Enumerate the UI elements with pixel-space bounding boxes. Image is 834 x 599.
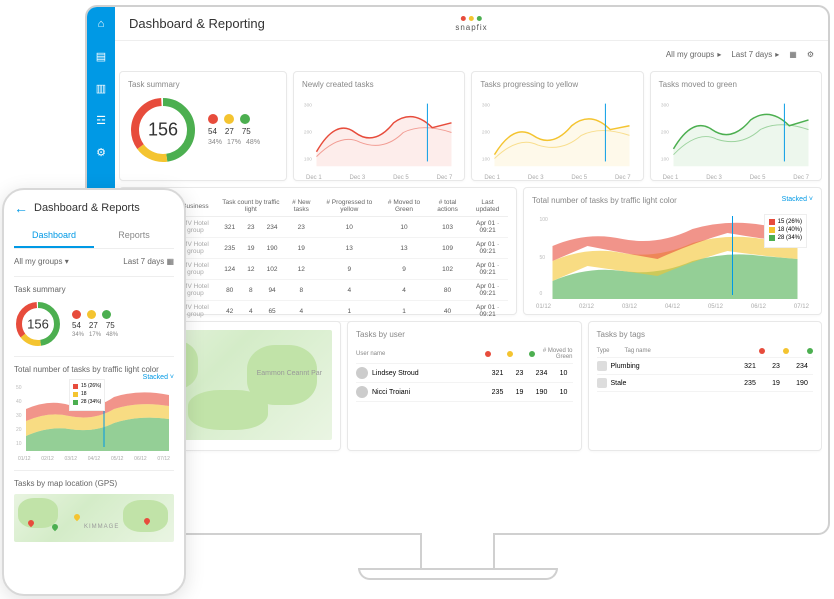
donut-total: 156	[148, 120, 178, 141]
monitor-stand	[420, 533, 495, 571]
newly-created-card: Newly created tasks 300200100 Dec 1Dec 3…	[293, 71, 465, 181]
svg-text:100: 100	[540, 217, 549, 223]
page-title: Dashboard & Reporting	[129, 16, 265, 31]
desktop-monitor: ⌂ ▤ ▥ ☲ ⚙ Dashboard & Reporting snapfix …	[85, 5, 830, 535]
settings-icon[interactable]: ⚙	[807, 50, 814, 59]
user-icon[interactable]: ☲	[94, 113, 108, 127]
avatar	[356, 386, 368, 398]
svg-text:0: 0	[540, 291, 543, 297]
map-pin-icon[interactable]	[51, 523, 59, 531]
svg-text:100: 100	[304, 156, 312, 162]
moved-green-card: Tasks moved to green 300200100 Dec 1Dec …	[650, 71, 822, 181]
period-dropdown[interactable]: Last 7 days ▸	[731, 50, 779, 59]
svg-text:10: 10	[16, 441, 22, 447]
chart-icon[interactable]: ▥	[94, 81, 108, 95]
clipboard-icon[interactable]: ▤	[94, 49, 108, 63]
tag-icon	[597, 361, 607, 371]
page-header: Dashboard & Reporting snapfix	[115, 7, 828, 41]
phone-task-summary: Task summary 156 542775 34%17%48%	[14, 276, 174, 356]
phone-map-card: Tasks by map location (GPS) KIMMAGE	[14, 470, 174, 550]
card-title: Task summary	[128, 80, 278, 89]
phone-header: ← Dashboard & Reports	[14, 200, 174, 216]
task-summary-card: Task summary 156	[119, 71, 287, 181]
green-dot	[240, 114, 250, 124]
donut-legend: 54 27 75 34% 17% 48%	[208, 114, 260, 146]
map-pin-icon[interactable]	[73, 513, 81, 521]
svg-text:50: 50	[16, 385, 22, 391]
phone-title: Dashboard & Reports	[34, 202, 140, 214]
line-chart: 300 200 100	[480, 95, 634, 170]
stacked-legend: 15 (26%) 18 (40%) 28 (34%)	[764, 214, 807, 248]
svg-text:200: 200	[304, 129, 312, 135]
groups-dropdown[interactable]: All my groups ▸	[666, 50, 721, 59]
svg-text:50: 50	[540, 255, 546, 261]
tab-reports[interactable]: Reports	[94, 224, 174, 248]
svg-text:100: 100	[482, 156, 490, 162]
task-donut-chart: 156	[128, 95, 198, 165]
home-icon[interactable]: ⌂	[94, 17, 108, 31]
back-arrow-icon[interactable]: ←	[14, 200, 28, 216]
phone-period-dropdown[interactable]: Last 7 days ▦	[123, 257, 174, 266]
svg-text:20: 20	[16, 427, 22, 433]
yellow-dot	[224, 114, 234, 124]
user-row[interactable]: Nicci Troiani2351919010	[356, 383, 573, 402]
svg-text:100: 100	[661, 156, 669, 162]
phone-stacked-card: Total number of tasks by traffic light c…	[14, 356, 174, 470]
tasks-by-tags-card: Tasks by tags Type Tag name Plumbing3212…	[588, 321, 823, 451]
monitor-base	[358, 568, 558, 580]
avatar	[356, 367, 368, 379]
svg-text:300: 300	[661, 102, 669, 108]
red-dot	[208, 114, 218, 124]
gear-icon[interactable]: ⚙	[94, 145, 108, 159]
tag-row[interactable]: Stale23519190	[597, 375, 814, 392]
phone-map-view[interactable]: KIMMAGE	[14, 494, 174, 542]
phone-tabs: Dashboard Reports	[14, 224, 174, 249]
calendar-icon[interactable]: ▦	[789, 50, 797, 59]
stacked-chart-card: Total number of tasks by traffic light c…	[523, 187, 822, 315]
user-row[interactable]: Lindsey Stroud3212323410	[356, 364, 573, 383]
svg-text:300: 300	[304, 102, 312, 108]
tag-row[interactable]: Plumbing32123234	[597, 358, 814, 375]
stacked-toggle[interactable]: Stacked ˅	[782, 196, 813, 203]
svg-text:300: 300	[482, 102, 490, 108]
svg-text:200: 200	[661, 129, 669, 135]
line-chart: 300 200 100	[659, 95, 813, 170]
svg-text:30: 30	[16, 413, 22, 419]
tag-icon	[597, 378, 607, 388]
line-chart: 300 200 100	[302, 95, 456, 170]
svg-text:40: 40	[16, 399, 22, 405]
progressing-yellow-card: Tasks progressing to yellow 300200100 De…	[471, 71, 643, 181]
chevron-down-icon: ▸	[775, 50, 779, 59]
tasks-by-user-card: Tasks by user User name # Moved to Green…	[347, 321, 582, 451]
tab-dashboard[interactable]: Dashboard	[14, 224, 94, 248]
brand-name: snapfix	[455, 23, 487, 32]
svg-text:200: 200	[482, 129, 490, 135]
brand-logo: snapfix	[455, 16, 487, 32]
mobile-phone: ← Dashboard & Reports Dashboard Reports …	[2, 188, 186, 596]
chevron-down-icon: ▸	[717, 50, 721, 59]
phone-groups-dropdown[interactable]: All my groups ▾	[14, 257, 69, 266]
dashboard-content: Task summary 156	[119, 71, 822, 527]
filter-toolbar: All my groups ▸ Last 7 days ▸ ▦ ⚙	[115, 41, 828, 67]
